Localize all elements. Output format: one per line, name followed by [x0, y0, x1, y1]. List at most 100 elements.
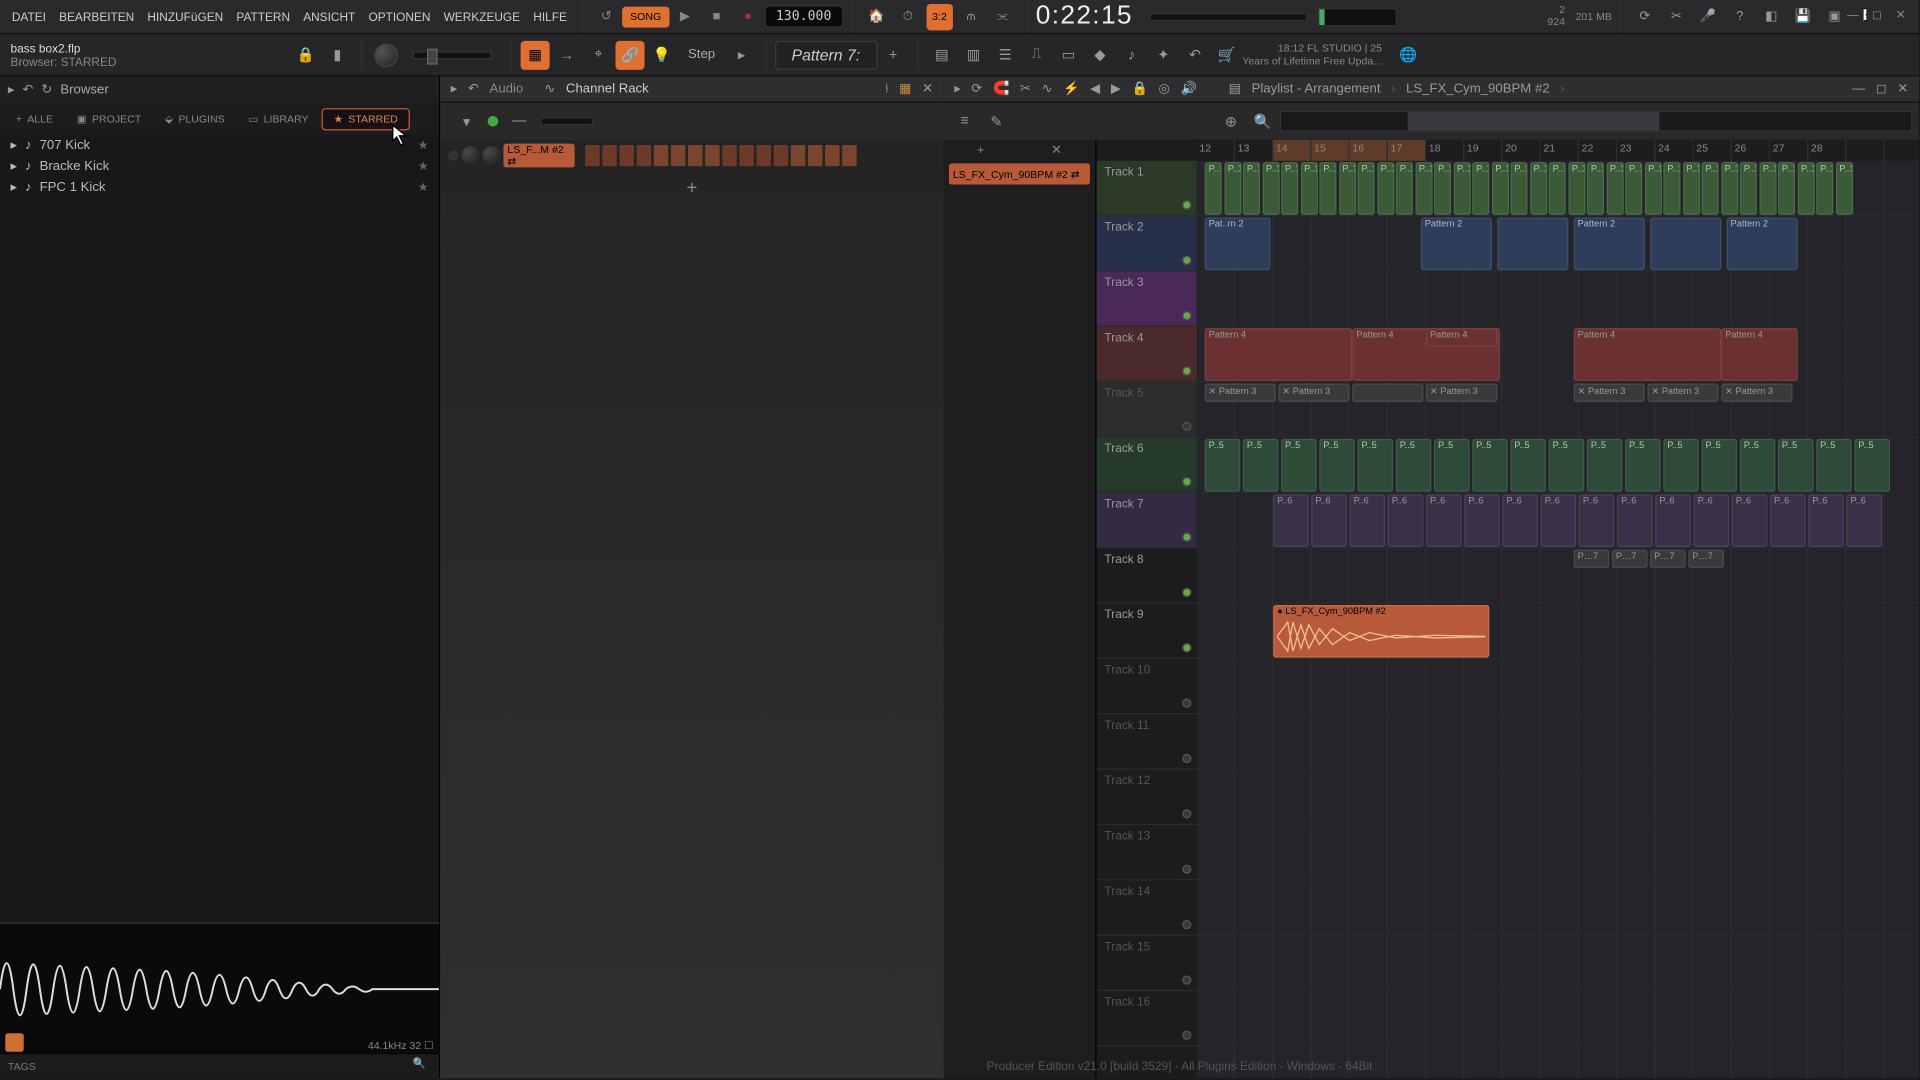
clip[interactable]: ● LS_FX_Cym_90BPM #2 [1273, 605, 1489, 658]
clip[interactable]: P..5 [1281, 439, 1317, 492]
clip[interactable]: P..5 [1702, 439, 1738, 492]
cr-wave-icon[interactable]: ∿ [544, 82, 555, 96]
channel-pan-knob[interactable] [461, 146, 479, 164]
tab-plugins[interactable]: ⬙PLUGINS [154, 109, 235, 129]
pl-nav-icon[interactable]: ▸ [954, 82, 961, 96]
menu-datei[interactable]: DATEI [5, 10, 52, 23]
clip[interactable]: P..5 [1663, 439, 1699, 492]
track-header[interactable]: Track 5 [1097, 382, 1197, 437]
dropdown-icon[interactable]: ▸ [727, 40, 756, 69]
clip[interactable]: P..1 [1224, 162, 1241, 215]
clip[interactable]: P..1 [1262, 162, 1279, 215]
shop-icon[interactable]: 🛒 [1212, 40, 1241, 69]
clip[interactable]: P..5 [1510, 439, 1546, 492]
tool-menu[interactable]: ≡ [950, 107, 979, 136]
track-header[interactable]: Track 16 [1097, 991, 1197, 1046]
snap-arrow-icon[interactable]: → [552, 40, 581, 69]
clip[interactable]: P..1 [1816, 162, 1833, 215]
clip[interactable]: ✕ Pattern 3 [1205, 384, 1276, 402]
piano-btn[interactable]: ▥ [959, 40, 988, 69]
cr-led[interactable] [488, 116, 499, 127]
pl-a-icon[interactable]: ◀ [1090, 82, 1100, 96]
clip[interactable]: Pattern 4 [1574, 328, 1722, 381]
link-icon[interactable]: 🔗 [616, 40, 645, 69]
play-button[interactable]: ▶ [672, 3, 698, 29]
pl-wave-icon[interactable]: ∿ [1042, 82, 1053, 96]
tab-starred[interactable]: ★STARRED [322, 107, 410, 129]
channel-vol-knob[interactable] [482, 146, 500, 164]
clip[interactable]: P..5 [1587, 439, 1623, 492]
clip[interactable]: P..1 [1702, 162, 1719, 215]
track-header[interactable]: Track 7 [1097, 493, 1197, 548]
pitch-slider[interactable] [413, 51, 492, 59]
menu-werkzeuge[interactable]: WERKZEUGE [437, 10, 527, 23]
cr-back-icon[interactable]: ↶ [468, 82, 479, 96]
overdub-icon[interactable]: 3:2 [926, 3, 952, 29]
waveform-preview[interactable]: 44.1kHz 32 ☐ [0, 923, 439, 1055]
pattern-selector[interactable]: Pattern 7: [774, 40, 877, 69]
clip[interactable]: P..6 [1388, 494, 1424, 547]
list-item[interactable]: ▸♪707 Kick★ [0, 134, 439, 155]
clip[interactable]: P..6 [1732, 494, 1768, 547]
search-icon[interactable]: 🔍 [413, 1057, 431, 1075]
clip[interactable]: P..5 [1625, 439, 1661, 492]
playlist-btn[interactable]: ▤ [927, 40, 956, 69]
menu-bearbeiten[interactable]: BEARBEITEN [53, 10, 141, 23]
clip[interactable]: P..6 [1579, 494, 1615, 547]
clip[interactable]: ✕ Pattern 3 [1648, 384, 1719, 402]
clip[interactable]: P..1 [1281, 162, 1298, 215]
menu-pattern[interactable]: PATTERN [230, 10, 297, 23]
pl-lock-icon[interactable]: 🔒 [1132, 82, 1148, 96]
loop-icon[interactable]: ⫙ [958, 3, 984, 29]
pl-list-icon[interactable]: ▤ [1229, 82, 1241, 96]
tool-zoom[interactable]: 🔍 [1248, 107, 1277, 136]
magnet-icon[interactable]: ⌖ [584, 40, 613, 69]
menu-ansicht[interactable]: ANSICHT [297, 10, 362, 23]
clip[interactable]: P..1 [1835, 162, 1852, 215]
preview-play-button[interactable] [5, 1033, 23, 1051]
picker-add-icon[interactable]: + [977, 143, 985, 157]
step-cell[interactable] [585, 145, 599, 166]
clip[interactable]: P..5 [1243, 439, 1279, 492]
plugin-btn[interactable]: ◆ [1086, 40, 1115, 69]
clip[interactable]: P..1 [1530, 162, 1547, 215]
clip[interactable]: P..6 [1464, 494, 1500, 547]
clip[interactable]: P…7 [1650, 550, 1686, 568]
credits-icon[interactable]: ◧ [1758, 3, 1784, 29]
tab-library[interactable]: ▭LIBRARY [238, 109, 319, 129]
track-header[interactable]: Track 9 [1097, 604, 1197, 659]
clip[interactable]: P..1 [1434, 162, 1451, 215]
save-icon[interactable]: 💾 [1790, 3, 1816, 29]
tool-b-icon[interactable]: ↶ [1180, 40, 1209, 69]
clip[interactable]: P..5 [1434, 439, 1470, 492]
clip[interactable]: P..1 [1778, 162, 1795, 215]
cr-shrink-icon[interactable]: — [505, 107, 534, 136]
track-header[interactable]: Track 11 [1097, 714, 1197, 769]
clip[interactable]: P..1 [1644, 162, 1661, 215]
clip[interactable] [1352, 384, 1423, 402]
clip[interactable]: P..6 [1541, 494, 1577, 547]
overview-bar[interactable] [1280, 111, 1913, 132]
clip[interactable]: P..5 [1472, 439, 1508, 492]
master-volume-slider[interactable] [1149, 13, 1307, 21]
scissors-icon[interactable]: ✂ [1663, 3, 1689, 29]
track-header[interactable]: Track 10 [1097, 659, 1197, 714]
clip[interactable]: P..1 [1663, 162, 1680, 215]
clip[interactable]: ✕ Pattern 3 [1574, 384, 1645, 402]
lock-icon[interactable]: 🔒 [291, 40, 320, 69]
clip[interactable]: P..5 [1205, 439, 1241, 492]
menu-hinzufugen[interactable]: HINZUFüGEN [141, 10, 230, 23]
pl-max-icon[interactable]: ◻ [1876, 82, 1887, 96]
tool-a-icon[interactable]: ✦ [1149, 40, 1178, 69]
clip[interactable]: ✕ Pattern 3 [1721, 384, 1792, 402]
tab-alle[interactable]: +ALLE [5, 109, 63, 129]
help-icon[interactable]: ? [1727, 3, 1753, 29]
clip[interactable]: P..6 [1311, 494, 1347, 547]
menu-hilfe[interactable]: HILFE [527, 10, 574, 23]
clip[interactable]: P..5 [1816, 439, 1852, 492]
clip[interactable]: P..1 [1453, 162, 1470, 215]
cr-opt-b-icon[interactable]: ▦ [899, 82, 911, 96]
clip[interactable]: P..1 [1338, 162, 1355, 215]
tab-channelrack[interactable]: Channel Rack [566, 82, 649, 96]
pl-magnet-icon[interactable]: 🧲 [993, 82, 1009, 96]
